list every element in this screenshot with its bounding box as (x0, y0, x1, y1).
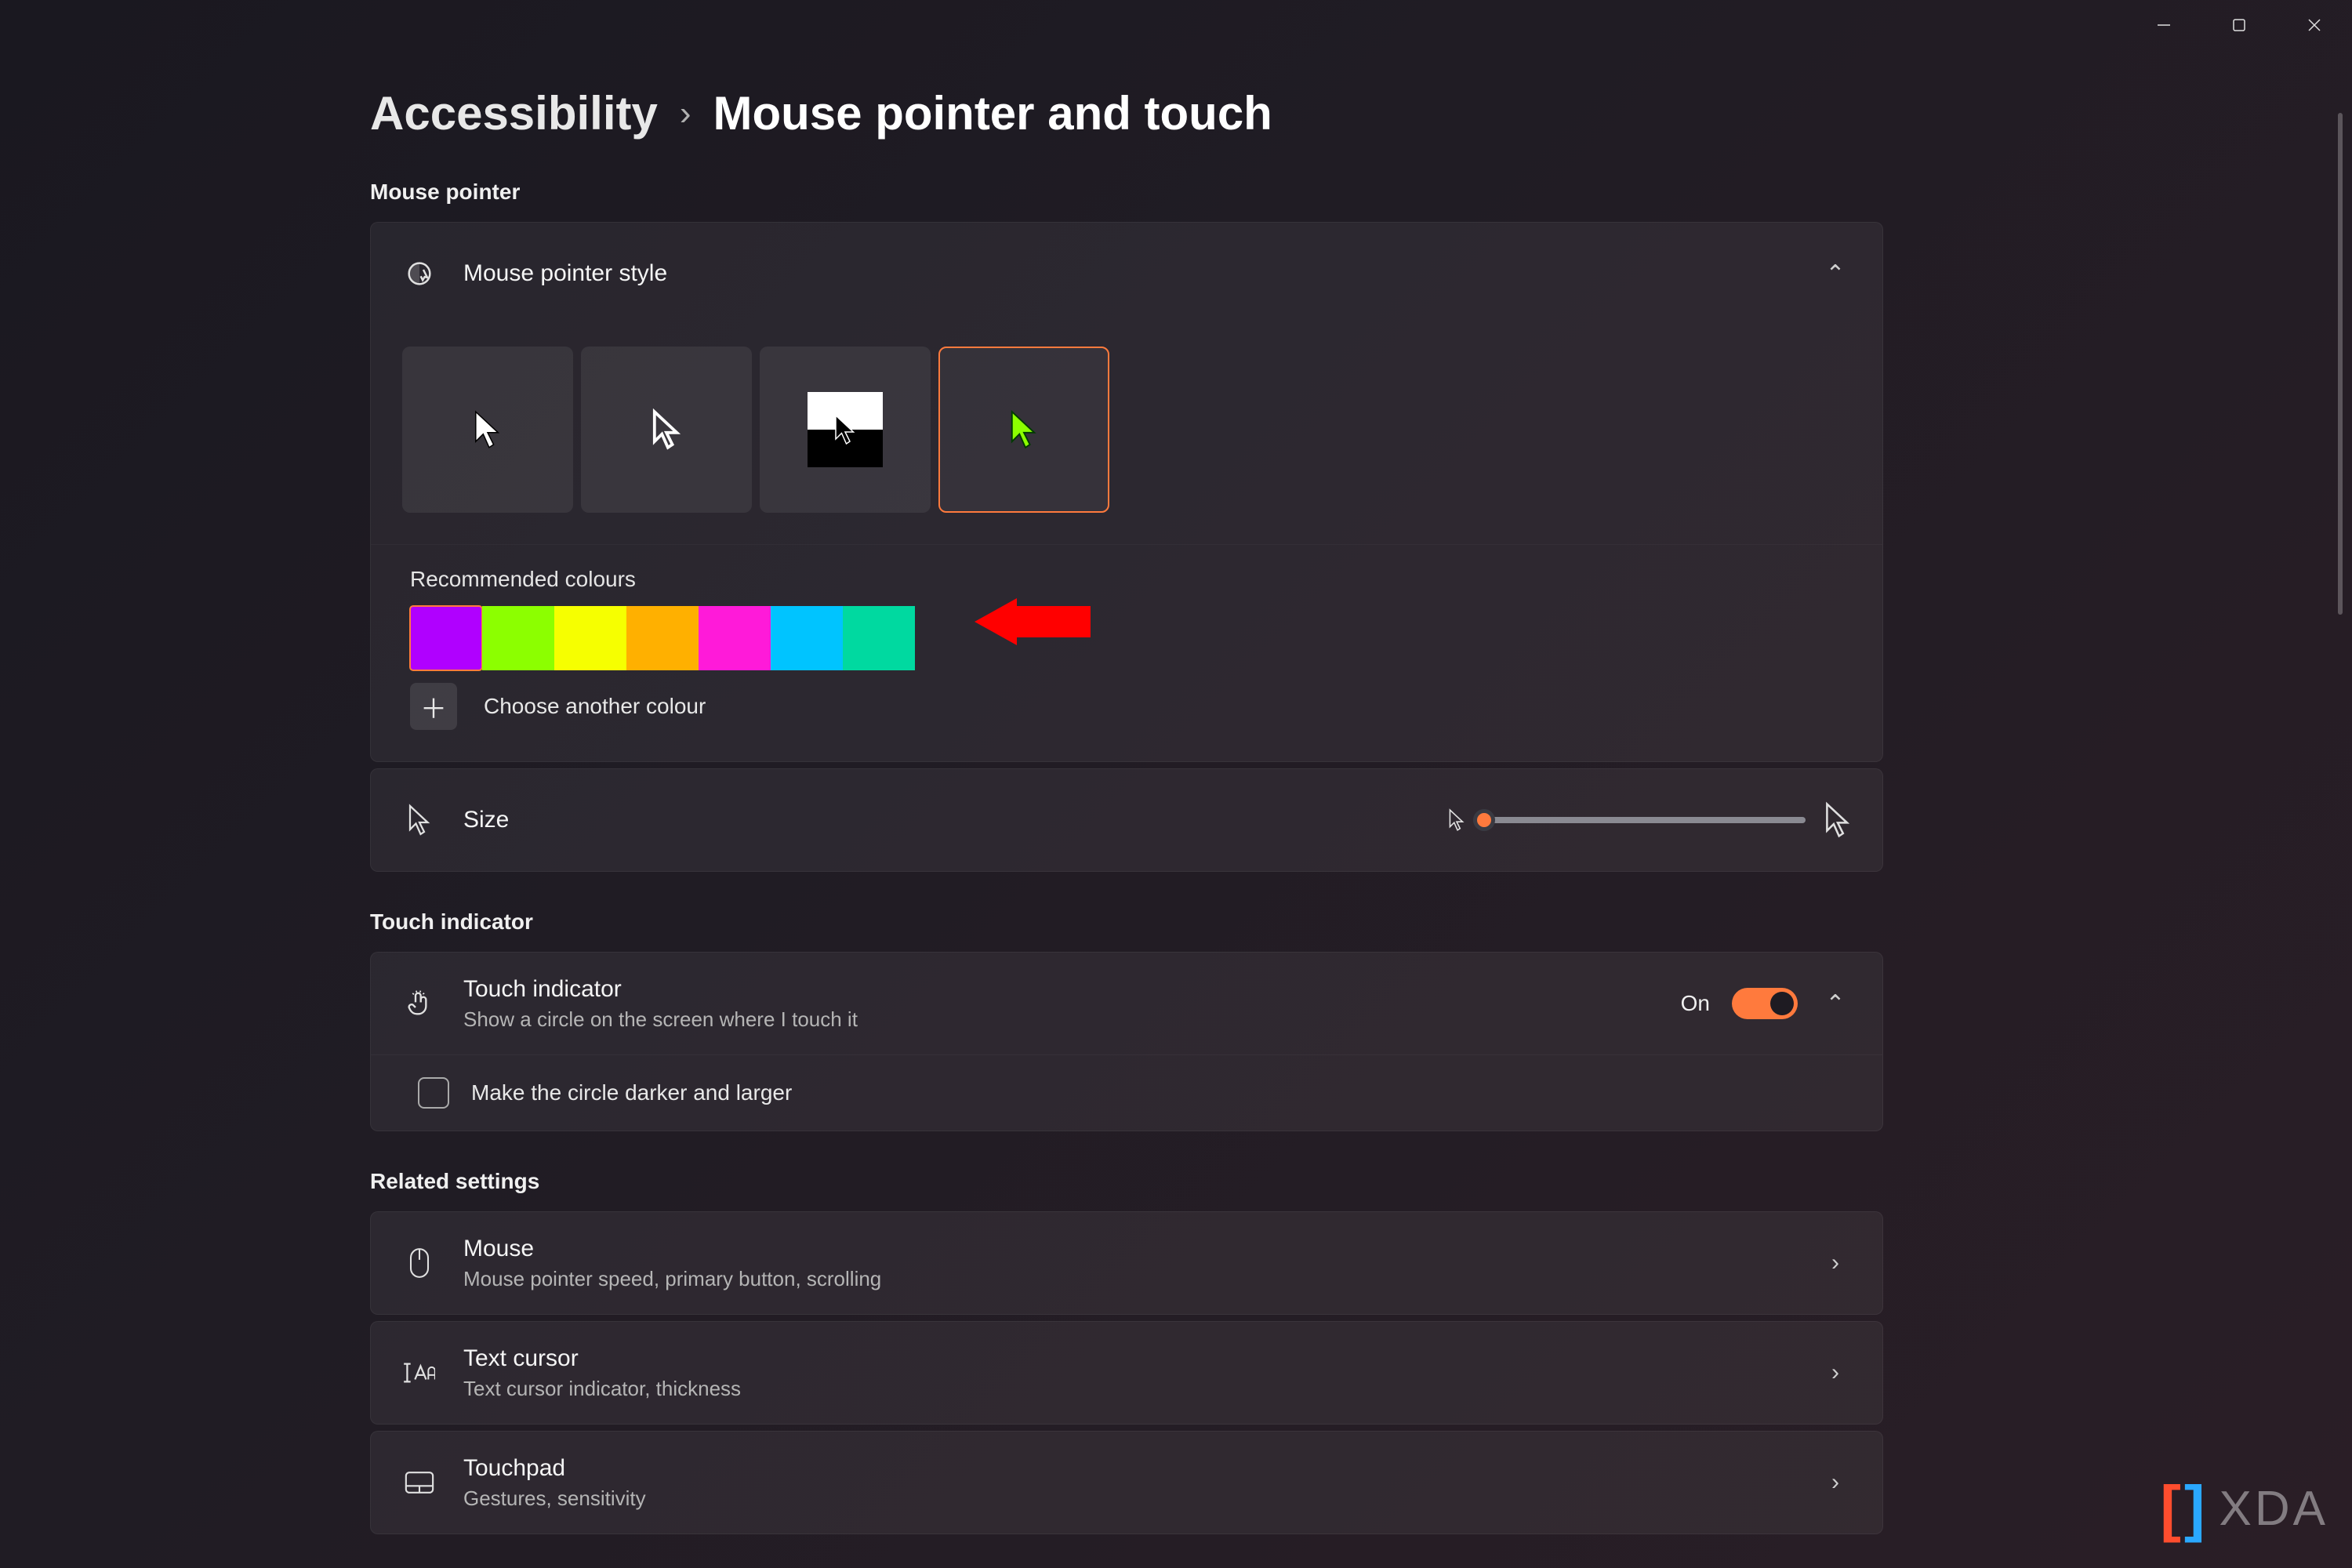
touch-indicator-row[interactable]: Touch indicator Show a circle on the scr… (371, 953, 1882, 1054)
colour-swatch-yellow[interactable] (554, 606, 626, 670)
cursor-large-icon (1824, 801, 1851, 839)
cursor-outline-icon (402, 803, 437, 837)
annotation-arrow (975, 598, 1091, 645)
pointer-style-icon (402, 256, 437, 291)
xda-logo-text: XDA (2220, 1481, 2328, 1537)
pointer-style-header[interactable]: Mouse pointer style ⌃ (371, 223, 1882, 325)
vertical-scrollbar[interactable] (2338, 113, 2343, 615)
window-maximize-button[interactable] (2201, 0, 2277, 50)
page-title: Mouse pointer and touch (713, 86, 1272, 140)
recommended-colours-panel: Recommended colours ＋ Choose another col… (371, 544, 1882, 761)
colour-swatch-teal[interactable] (843, 606, 915, 670)
xda-watermark: [] XDA (2160, 1472, 2328, 1544)
pointer-size-row[interactable]: Size (371, 769, 1882, 871)
window-titlebar (2126, 0, 2352, 50)
touch-darker-checkbox[interactable] (418, 1077, 449, 1109)
touch-darker-row[interactable]: Make the circle darker and larger (371, 1054, 1882, 1131)
close-icon (2306, 16, 2323, 34)
cursor-custom-icon (1009, 408, 1039, 451)
related-touchpad-subtitle: Gestures, sensitivity (463, 1486, 1820, 1511)
touch-indicator-subtitle: Show a circle on the screen where I touc… (463, 1007, 1681, 1032)
chevron-up-icon: ⌃ (1820, 260, 1851, 288)
related-text-cursor-card[interactable]: Text cursor Text cursor indicator, thick… (370, 1321, 1883, 1425)
pointer-style-black[interactable] (581, 347, 752, 513)
cursor-white-icon (473, 408, 503, 451)
colour-swatch-cyan[interactable] (771, 606, 843, 670)
breadcrumb: Accessibility › Mouse pointer and touch (370, 86, 1883, 140)
touch-indicator-toggle[interactable] (1732, 988, 1798, 1019)
size-slider[interactable] (1484, 817, 1806, 823)
pointer-style-inverted[interactable] (760, 347, 931, 513)
chevron-right-icon: › (1820, 1250, 1851, 1276)
touch-icon (402, 986, 437, 1021)
choose-another-colour-button[interactable]: ＋ Choose another colour (410, 683, 1843, 730)
minimize-icon (2155, 16, 2172, 34)
colour-swatch-purple[interactable] (410, 606, 482, 670)
pointer-style-card: Mouse pointer style ⌃ (370, 222, 1883, 762)
section-touch-indicator: Touch indicator (370, 909, 1883, 935)
cursor-small-icon (1448, 808, 1465, 832)
colour-swatches (410, 606, 1843, 670)
section-related-settings: Related settings (370, 1169, 1883, 1194)
related-mouse-subtitle: Mouse pointer speed, primary button, scr… (463, 1267, 1820, 1291)
touch-indicator-title: Touch indicator (463, 976, 1681, 1003)
breadcrumb-parent[interactable]: Accessibility (370, 86, 658, 140)
related-mouse-title: Mouse (463, 1236, 1820, 1262)
related-touchpad-card[interactable]: Touchpad Gestures, sensitivity › (370, 1431, 1883, 1534)
touchpad-icon (402, 1465, 437, 1500)
related-touchpad-title: Touchpad (463, 1455, 1820, 1482)
related-text-cursor-subtitle: Text cursor indicator, thickness (463, 1377, 1820, 1401)
window-minimize-button[interactable] (2126, 0, 2201, 50)
section-mouse-pointer: Mouse pointer (370, 180, 1883, 205)
colour-swatch-orange[interactable] (626, 606, 699, 670)
colour-swatch-magenta[interactable] (699, 606, 771, 670)
pointer-style-custom[interactable] (938, 347, 1109, 513)
touch-indicator-card: Touch indicator Show a circle on the scr… (370, 952, 1883, 1131)
size-label: Size (463, 807, 1448, 833)
chevron-up-icon: ⌃ (1820, 990, 1851, 1018)
chevron-right-icon: › (1820, 1359, 1851, 1386)
touch-darker-label: Make the circle darker and larger (471, 1080, 792, 1105)
recommended-colours-label: Recommended colours (410, 567, 1843, 592)
pointer-style-white[interactable] (402, 347, 573, 513)
pointer-style-options (371, 325, 1882, 544)
choose-another-colour-label: Choose another colour (484, 694, 706, 719)
window-close-button[interactable] (2277, 0, 2352, 50)
text-cursor-icon (402, 1356, 437, 1390)
cursor-black-icon (652, 408, 681, 451)
slider-thumb[interactable] (1473, 809, 1495, 831)
mouse-icon (402, 1246, 437, 1280)
related-mouse-card[interactable]: Mouse Mouse pointer speed, primary butto… (370, 1211, 1883, 1315)
related-text-cursor-title: Text cursor (463, 1345, 1820, 1372)
cursor-inverted-icon (833, 413, 857, 446)
pointer-style-label: Mouse pointer style (463, 260, 1820, 287)
colour-swatch-lime[interactable] (482, 606, 554, 670)
touch-toggle-state: On (1681, 991, 1710, 1016)
pointer-size-card: Size (370, 768, 1883, 872)
plus-icon: ＋ (410, 683, 457, 730)
maximize-icon (2231, 17, 2247, 33)
settings-content: Accessibility › Mouse pointer and touch … (370, 86, 1883, 1541)
chevron-right-icon: › (680, 94, 691, 133)
xda-bracket-icon: [] (2160, 1472, 2208, 1544)
chevron-right-icon: › (1820, 1469, 1851, 1496)
